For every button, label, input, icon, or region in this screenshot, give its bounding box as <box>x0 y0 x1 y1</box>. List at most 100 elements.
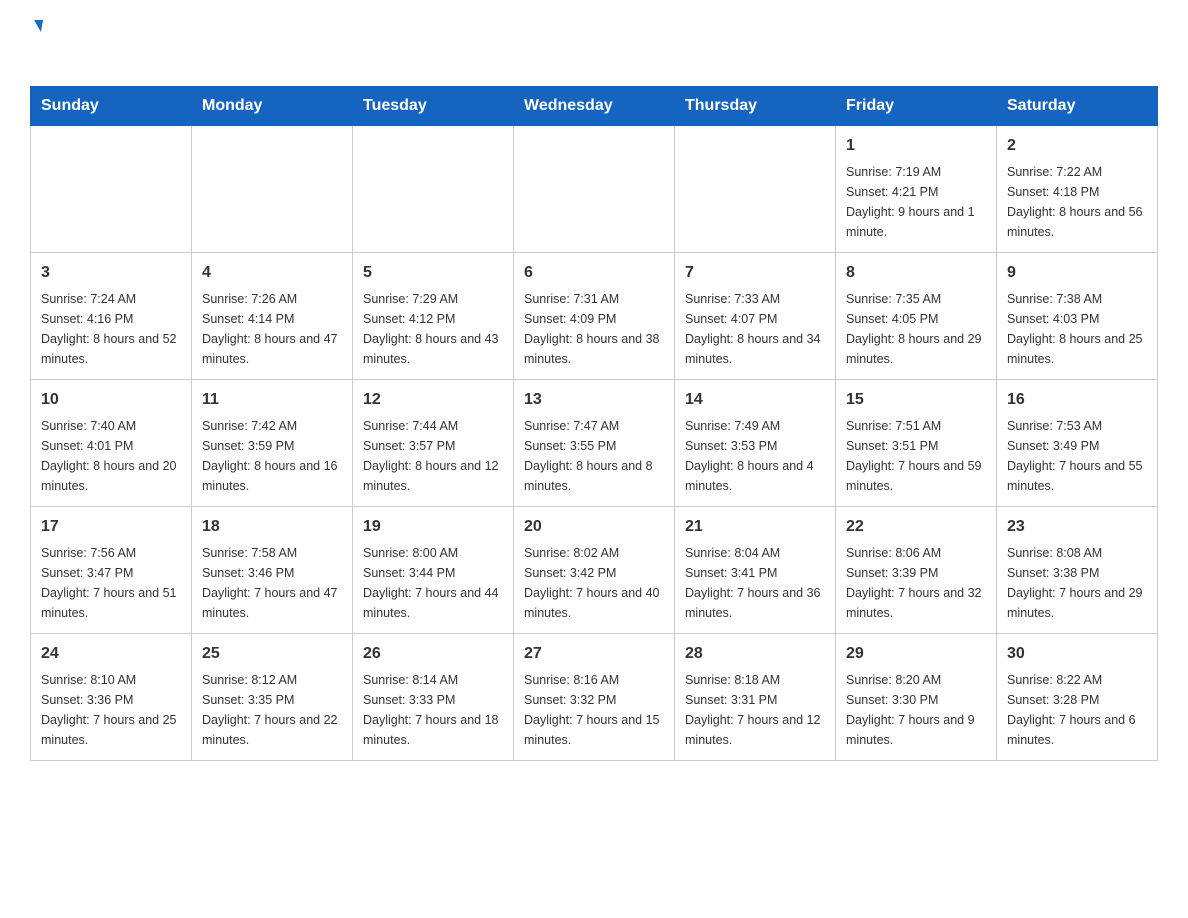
day-number: 20 <box>524 515 664 539</box>
header-wednesday: Wednesday <box>514 87 675 126</box>
day-info: Sunrise: 8:04 AM Sunset: 3:41 PM Dayligh… <box>685 543 825 623</box>
calendar-cell: 17Sunrise: 7:56 AM Sunset: 3:47 PM Dayli… <box>31 507 192 634</box>
calendar-cell: 15 Sunrise: 7:51 AM Sunset: 3:51 PM Dayli… <box>836 380 997 507</box>
header-tuesday: Tuesday <box>353 87 514 126</box>
day-info: Sunrise: 8:08 AM Sunset: 3:38 PM Dayligh… <box>1007 543 1147 623</box>
day-number: 26 <box>363 642 503 666</box>
day-number: 16 <box>1007 388 1147 412</box>
day-number: 25 <box>202 642 342 666</box>
week-row-2: 3Sunrise: 7:24 AM Sunset: 4:16 PM Daylig… <box>31 253 1158 380</box>
calendar-table: SundayMondayTuesdayWednesdayThursdayFrid… <box>30 86 1158 761</box>
day-number: 18 <box>202 515 342 539</box>
header-sunday: Sunday <box>31 87 192 126</box>
calendar-cell: 30 Sunrise: 8:22 AM Sunset: 3:28 PM Dayli… <box>997 634 1158 761</box>
day-info: Sunrise: 8:18 AM Sunset: 3:31 PM Dayligh… <box>685 670 825 750</box>
day-number: 23 <box>1007 515 1147 539</box>
day-info: Sunrise: 7:26 AM Sunset: 4:14 PM Dayligh… <box>202 289 342 369</box>
day-number: 21 <box>685 515 825 539</box>
calendar-cell: 16 Sunrise: 7:53 AM Sunset: 3:49 PM Dayli… <box>997 380 1158 507</box>
logo-triangle-icon <box>32 20 43 32</box>
calendar-cell: 1 Sunrise: 7:19 AM Sunset: 4:21 PM Daylig… <box>836 126 997 253</box>
logo <box>30 20 42 68</box>
calendar-cell: 13 Sunrise: 7:47 AM Sunset: 3:55 PM Dayli… <box>514 380 675 507</box>
calendar-cell: 23 Sunrise: 8:08 AM Sunset: 3:38 PM Dayli… <box>997 507 1158 634</box>
day-info: Sunrise: 7:58 AM Sunset: 3:46 PM Dayligh… <box>202 543 342 623</box>
calendar-cell <box>675 126 836 253</box>
day-info: Sunrise: 7:47 AM Sunset: 3:55 PM Dayligh… <box>524 416 664 496</box>
calendar-cell: 10 Sunrise: 7:40 AM Sunset: 4:01 PM Dayli… <box>31 380 192 507</box>
day-info: Sunrise: 7:24 AM Sunset: 4:16 PM Dayligh… <box>41 289 181 369</box>
calendar-cell: 29Sunrise: 8:20 AM Sunset: 3:30 PM Dayli… <box>836 634 997 761</box>
calendar-cell: 22Sunrise: 8:06 AM Sunset: 3:39 PM Dayli… <box>836 507 997 634</box>
day-number: 30 <box>1007 642 1147 666</box>
day-info: Sunrise: 8:00 AM Sunset: 3:44 PM Dayligh… <box>363 543 503 623</box>
day-info: Sunrise: 7:22 AM Sunset: 4:18 PM Dayligh… <box>1007 162 1147 242</box>
page-header <box>30 20 1158 68</box>
calendar-cell: 2 Sunrise: 7:22 AM Sunset: 4:18 PM Daylig… <box>997 126 1158 253</box>
day-info: Sunrise: 8:10 AM Sunset: 3:36 PM Dayligh… <box>41 670 181 750</box>
day-info: Sunrise: 7:33 AM Sunset: 4:07 PM Dayligh… <box>685 289 825 369</box>
calendar-cell <box>353 126 514 253</box>
calendar-cell: 24 Sunrise: 8:10 AM Sunset: 3:36 PM Dayli… <box>31 634 192 761</box>
day-info: Sunrise: 7:51 AM Sunset: 3:51 PM Dayligh… <box>846 416 986 496</box>
day-number: 29 <box>846 642 986 666</box>
day-info: Sunrise: 7:40 AM Sunset: 4:01 PM Dayligh… <box>41 416 181 496</box>
calendar-cell: 19 Sunrise: 8:00 AM Sunset: 3:44 PM Dayli… <box>353 507 514 634</box>
calendar-cell <box>31 126 192 253</box>
calendar-cell: 4 Sunrise: 7:26 AM Sunset: 4:14 PM Daylig… <box>192 253 353 380</box>
day-number: 6 <box>524 261 664 285</box>
day-number: 27 <box>524 642 664 666</box>
day-info: Sunrise: 7:38 AM Sunset: 4:03 PM Dayligh… <box>1007 289 1147 369</box>
day-number: 15 <box>846 388 986 412</box>
day-info: Sunrise: 7:19 AM Sunset: 4:21 PM Dayligh… <box>846 162 986 242</box>
calendar-cell: 27 Sunrise: 8:16 AM Sunset: 3:32 PM Dayli… <box>514 634 675 761</box>
header-thursday: Thursday <box>675 87 836 126</box>
day-number: 9 <box>1007 261 1147 285</box>
week-row-4: 17Sunrise: 7:56 AM Sunset: 3:47 PM Dayli… <box>31 507 1158 634</box>
calendar-cell <box>192 126 353 253</box>
header-row: SundayMondayTuesdayWednesdayThursdayFrid… <box>31 87 1158 126</box>
calendar-cell: 26 Sunrise: 8:14 AM Sunset: 3:33 PM Dayli… <box>353 634 514 761</box>
day-info: Sunrise: 8:16 AM Sunset: 3:32 PM Dayligh… <box>524 670 664 750</box>
day-info: Sunrise: 7:35 AM Sunset: 4:05 PM Dayligh… <box>846 289 986 369</box>
day-info: Sunrise: 7:42 AM Sunset: 3:59 PM Dayligh… <box>202 416 342 496</box>
header-friday: Friday <box>836 87 997 126</box>
calendar-cell: 5Sunrise: 7:29 AM Sunset: 4:12 PM Daylig… <box>353 253 514 380</box>
calendar-cell: 6 Sunrise: 7:31 AM Sunset: 4:09 PM Daylig… <box>514 253 675 380</box>
calendar-cell: 14 Sunrise: 7:49 AM Sunset: 3:53 PM Dayli… <box>675 380 836 507</box>
day-info: Sunrise: 7:49 AM Sunset: 3:53 PM Dayligh… <box>685 416 825 496</box>
day-number: 10 <box>41 388 181 412</box>
day-number: 17 <box>41 515 181 539</box>
calendar-cell: 9 Sunrise: 7:38 AM Sunset: 4:03 PM Daylig… <box>997 253 1158 380</box>
day-number: 24 <box>41 642 181 666</box>
calendar-cell: 7 Sunrise: 7:33 AM Sunset: 4:07 PM Daylig… <box>675 253 836 380</box>
calendar-cell: 21 Sunrise: 8:04 AM Sunset: 3:41 PM Dayli… <box>675 507 836 634</box>
day-number: 19 <box>363 515 503 539</box>
calendar-cell: 3Sunrise: 7:24 AM Sunset: 4:16 PM Daylig… <box>31 253 192 380</box>
day-info: Sunrise: 8:14 AM Sunset: 3:33 PM Dayligh… <box>363 670 503 750</box>
day-info: Sunrise: 8:22 AM Sunset: 3:28 PM Dayligh… <box>1007 670 1147 750</box>
day-number: 1 <box>846 134 986 158</box>
calendar-cell: 8 Sunrise: 7:35 AM Sunset: 4:05 PM Daylig… <box>836 253 997 380</box>
week-row-1: 1 Sunrise: 7:19 AM Sunset: 4:21 PM Daylig… <box>31 126 1158 253</box>
day-number: 2 <box>1007 134 1147 158</box>
day-info: Sunrise: 8:06 AM Sunset: 3:39 PM Dayligh… <box>846 543 986 623</box>
calendar-cell: 28 Sunrise: 8:18 AM Sunset: 3:31 PM Dayli… <box>675 634 836 761</box>
day-number: 14 <box>685 388 825 412</box>
day-number: 7 <box>685 261 825 285</box>
day-number: 13 <box>524 388 664 412</box>
calendar-cell: 12Sunrise: 7:44 AM Sunset: 3:57 PM Dayli… <box>353 380 514 507</box>
header-monday: Monday <box>192 87 353 126</box>
day-number: 4 <box>202 261 342 285</box>
day-number: 8 <box>846 261 986 285</box>
day-number: 5 <box>363 261 503 285</box>
calendar-cell: 20 Sunrise: 8:02 AM Sunset: 3:42 PM Dayli… <box>514 507 675 634</box>
day-info: Sunrise: 7:53 AM Sunset: 3:49 PM Dayligh… <box>1007 416 1147 496</box>
calendar-cell <box>514 126 675 253</box>
day-number: 11 <box>202 388 342 412</box>
day-info: Sunrise: 8:02 AM Sunset: 3:42 PM Dayligh… <box>524 543 664 623</box>
day-info: Sunrise: 7:31 AM Sunset: 4:09 PM Dayligh… <box>524 289 664 369</box>
week-row-3: 10 Sunrise: 7:40 AM Sunset: 4:01 PM Dayli… <box>31 380 1158 507</box>
calendar-cell: 18 Sunrise: 7:58 AM Sunset: 3:46 PM Dayli… <box>192 507 353 634</box>
day-number: 28 <box>685 642 825 666</box>
